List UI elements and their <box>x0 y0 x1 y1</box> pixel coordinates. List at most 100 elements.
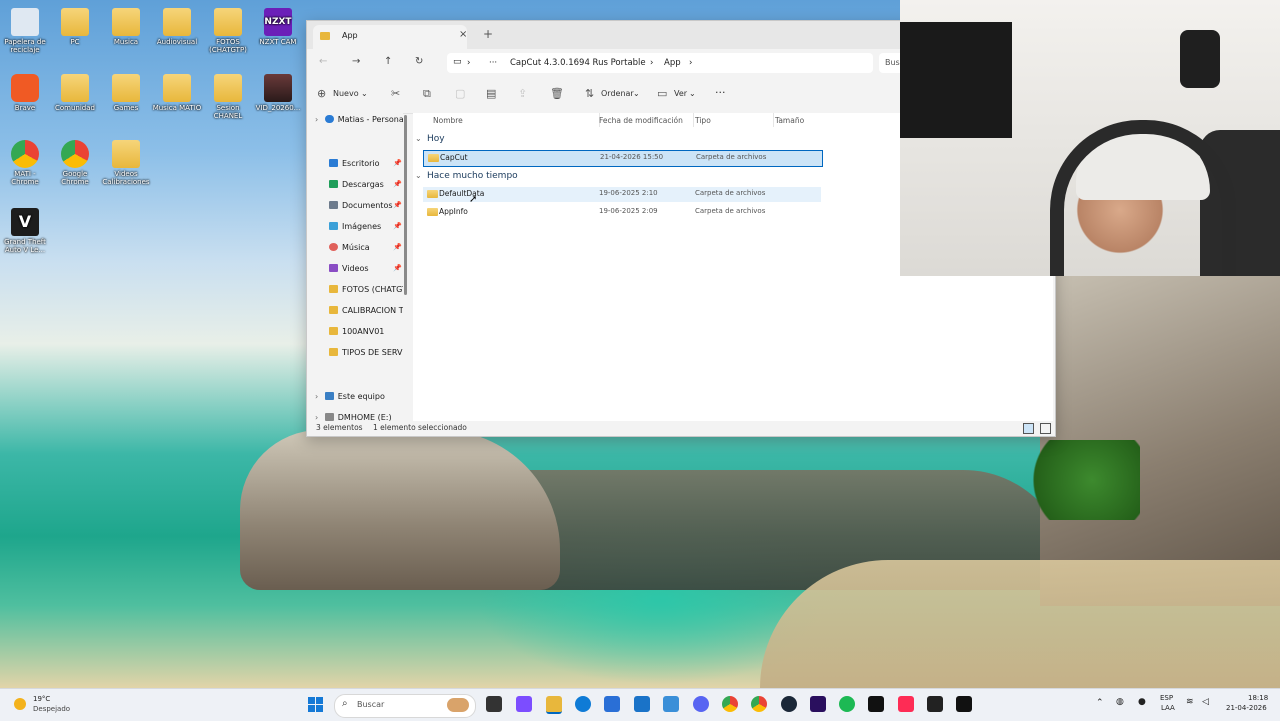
cut-icon[interactable]: ✂ <box>391 87 400 100</box>
pin-icon[interactable]: 📌 <box>393 222 402 230</box>
file-row-appinfo[interactable]: AppInfo 19-06-2025 2:09 Carpeta de archi… <box>423 205 821 220</box>
tab-app[interactable]: App × <box>313 25 467 49</box>
outlook-icon[interactable] <box>634 696 650 712</box>
sidebar-item-fotos[interactable]: FOTOS (CHATGT <box>329 285 403 301</box>
pin-icon[interactable]: 📌 <box>393 264 402 272</box>
desktop-icon-games[interactable]: Games <box>101 74 151 112</box>
tiktok-icon[interactable] <box>898 696 914 712</box>
tiles-view-icon[interactable] <box>1040 423 1051 434</box>
new-button[interactable]: Nuevo <box>333 89 359 98</box>
videos-icon <box>329 264 338 272</box>
column-header-type[interactable]: Tipo <box>695 116 711 125</box>
column-divider[interactable] <box>773 113 774 127</box>
copilot-icon[interactable] <box>516 696 532 712</box>
chrome-profile-icon[interactable] <box>751 696 767 712</box>
sidebar-item-descargas[interactable]: Descargas 📌 <box>329 180 403 196</box>
column-header-name[interactable]: Nombre <box>433 116 463 125</box>
steam-icon[interactable] <box>781 696 797 712</box>
rename-icon[interactable]: ▤ <box>486 87 496 100</box>
clock-date[interactable]: 21-04-2026 <box>1226 704 1267 712</box>
delete-icon[interactable]: 🗑 <box>550 87 564 100</box>
group-header-hoy[interactable]: Hoy <box>427 134 445 144</box>
language-indicator[interactable]: ESP <box>1160 694 1173 702</box>
desktop-icon-musica-matio[interactable]: Musica MATIO <box>152 74 202 112</box>
pin-icon[interactable]: 📌 <box>393 243 402 251</box>
desktop-icon-sesion-chanel[interactable]: Sesion CHANEL <box>203 74 253 120</box>
breadcrumb-app[interactable]: App <box>664 58 681 68</box>
sidebar-item-onedrive[interactable]: › Matias - Persona <box>315 115 403 131</box>
copy-icon[interactable]: ⧉ <box>423 87 431 101</box>
chevron-down-icon[interactable]: ⌄ <box>415 171 422 180</box>
desktop-icon-comunidad[interactable]: Comunidad <box>50 74 100 112</box>
group-header-hace-mucho-tiempo[interactable]: Hace mucho tiempo <box>427 171 518 181</box>
desktop-icon-recycle-bin[interactable]: Papelera de reciclaje <box>0 8 50 54</box>
network-icon[interactable]: ◍ <box>1116 697 1124 707</box>
capcut-alt-icon[interactable] <box>956 696 972 712</box>
forward-arrow-icon[interactable]: → <box>352 56 360 67</box>
discord-icon[interactable] <box>693 696 709 712</box>
sidebar-item-documentos[interactable]: Documentos 📌 <box>329 201 403 217</box>
share-icon[interactable]: ⇪ <box>518 87 527 100</box>
pin-icon[interactable]: 📌 <box>393 180 402 188</box>
chevron-up-icon[interactable]: ⌃ <box>1096 698 1104 708</box>
notepad-icon[interactable] <box>663 696 679 712</box>
sidebar-item-escritorio[interactable]: Escritorio 📌 <box>329 159 403 175</box>
sidebar-item-este-equipo[interactable]: › Este equipo <box>315 392 403 408</box>
live-icon[interactable] <box>927 696 943 712</box>
column-header-size[interactable]: Tamaño <box>775 116 804 125</box>
edge-icon[interactable] <box>575 696 591 712</box>
taskbar-search[interactable]: ⌕ Buscar <box>334 694 476 718</box>
sidebar-item-100anv01[interactable]: 100ANV01 <box>329 327 403 343</box>
premiere-icon[interactable] <box>810 696 826 712</box>
close-tab-icon[interactable]: × <box>459 29 467 40</box>
chrome-icon[interactable] <box>722 696 738 712</box>
sidebar-scrollbar[interactable] <box>404 115 407 295</box>
start-button[interactable] <box>308 697 324 713</box>
desktop-icon-mati-chrome[interactable]: MATI - Chrome <box>0 140 50 186</box>
sidebar-item-tipos-de-servicio[interactable]: TIPOS DE SERVIC <box>329 348 403 364</box>
desktop-icon-fotos[interactable]: FOTOS (CHATGTP) <box>203 8 253 54</box>
refresh-icon[interactable]: ↻ <box>415 56 423 67</box>
file-row-capcut[interactable]: CapCut 21-04-2026 15:50 Carpeta de archi… <box>423 150 823 167</box>
desktop-icon-musica[interactable]: Musica <box>101 8 151 46</box>
volume-icon[interactable]: ◁ <box>1202 697 1209 707</box>
desktop-icon-brave[interactable]: Brave <box>0 74 50 112</box>
details-view-icon[interactable] <box>1023 423 1034 434</box>
desktop-icon-nzxt-cam[interactable]: NZXT NZXT CAM <box>253 8 303 46</box>
chevron-down-icon[interactable]: ⌄ <box>415 134 422 143</box>
new-tab-button[interactable]: + <box>483 27 493 41</box>
file-explorer-icon[interactable] <box>546 696 562 714</box>
desktop-icon-videos-calibraciones[interactable]: Videos Calibraciones <box>101 140 151 186</box>
capcut-icon[interactable] <box>868 696 884 712</box>
sidebar-item-drive[interactable]: › DMHOME (E:) <box>315 413 403 421</box>
address-bar[interactable]: ▭ › ··· CapCut 4.3.0.1694 Rus Portable ›… <box>447 53 873 73</box>
breadcrumb-more[interactable]: ··· <box>489 58 497 68</box>
more-options-button[interactable]: ··· <box>715 86 726 99</box>
desktop-icon-pc[interactable]: PC <box>50 8 100 46</box>
store-icon[interactable] <box>604 696 620 712</box>
desktop-icon-audiovisual[interactable]: Audiovisual <box>152 8 202 46</box>
sidebar-item-musica[interactable]: Música 📌 <box>329 243 403 259</box>
clock-time[interactable]: 18:18 <box>1248 694 1268 702</box>
pin-icon[interactable]: 📌 <box>393 159 402 167</box>
sidebar-item-videos[interactable]: Videos 📌 <box>329 264 403 280</box>
wifi-icon[interactable]: ≋ <box>1186 697 1194 707</box>
column-header-modified[interactable]: Fecha de modificación <box>599 116 683 125</box>
desktop-icon-google-chrome[interactable]: Google Chrome <box>50 140 100 186</box>
view-button[interactable]: Ver <box>674 89 687 98</box>
file-row-defaultdata[interactable]: DefaultData 19-06-2025 2:10 Carpeta de a… <box>423 187 821 202</box>
paste-icon[interactable]: ▢ <box>455 87 465 100</box>
sidebar-item-imagenes[interactable]: Imágenes 📌 <box>329 222 403 238</box>
up-arrow-icon[interactable]: ↑ <box>384 56 392 67</box>
microphone-icon[interactable]: ● <box>1138 697 1146 707</box>
back-arrow-icon[interactable]: ← <box>319 56 327 67</box>
column-divider[interactable] <box>693 113 694 127</box>
sort-button[interactable]: Ordenar <box>601 89 634 98</box>
spotify-icon[interactable] <box>839 696 855 712</box>
breadcrumb-capcut[interactable]: CapCut 4.3.0.1694 Rus Portable <box>510 58 646 68</box>
sidebar-item-calibracion[interactable]: CALIBRACION T <box>329 306 403 322</box>
desktop-icon-video-file[interactable]: VID_20260... <box>253 74 303 112</box>
pin-icon[interactable]: 📌 <box>393 201 402 209</box>
task-view-icon[interactable] <box>486 696 502 712</box>
desktop-icon-gta[interactable]: V Grand Theft Auto V Le... <box>0 208 50 254</box>
